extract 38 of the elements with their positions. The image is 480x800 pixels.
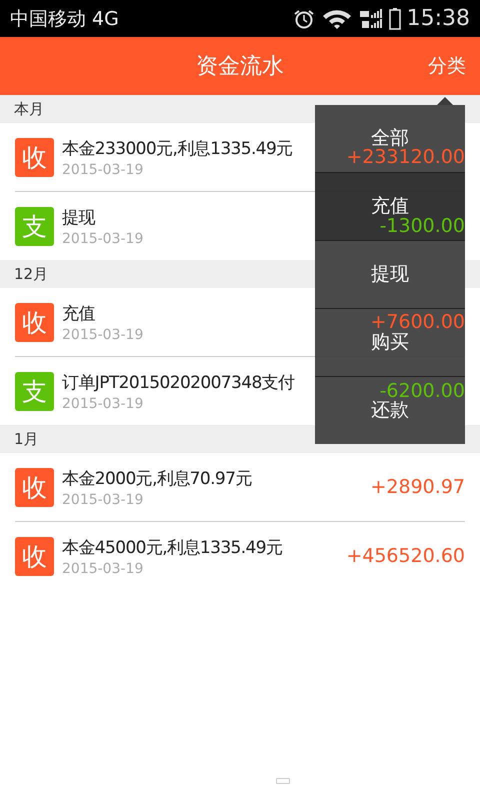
- transaction-date: 2015-03-19: [62, 162, 144, 178]
- type-badge: 收: [15, 138, 54, 176]
- signal-icon: [358, 8, 383, 28]
- wifi-icon: [320, 8, 353, 28]
- menu-item[interactable]: 充值: [371, 195, 409, 218]
- month-label: 12月: [14, 264, 48, 284]
- type-badge: 收: [15, 536, 54, 576]
- transaction-date: 2015-03-19: [62, 560, 144, 576]
- transaction-amount: +2890.97: [370, 476, 465, 498]
- transaction-title: 本金2000元,利息70.97元: [62, 468, 253, 490]
- transaction-amount: -1300.00: [380, 215, 465, 237]
- alarm-icon: [292, 8, 315, 28]
- carrier-label: 中国移动 4G: [10, 6, 119, 32]
- transaction-amount: +456520.60: [346, 545, 465, 567]
- type-badge: 支: [15, 206, 54, 246]
- transaction-title: 提现: [62, 206, 96, 228]
- battery-icon: [388, 8, 401, 30]
- home-indicator: [276, 778, 290, 784]
- month-label: 本月: [14, 100, 44, 118]
- transaction-title: 订单JPT20150202007348支付: [62, 372, 296, 394]
- transaction-title: 本金233000元,利息1335.49元: [62, 138, 294, 160]
- menu-item[interactable]: 还款: [371, 399, 409, 422]
- type-badge: 支: [15, 372, 54, 410]
- transaction-title: 充值: [62, 302, 96, 324]
- type-badge: 收: [15, 302, 54, 342]
- transaction-date: 2015-03-19: [62, 492, 144, 508]
- type-badge: 收: [15, 468, 54, 506]
- menu-item[interactable]: 提现: [371, 263, 409, 286]
- transaction-amount: +7600.00: [370, 311, 465, 333]
- transaction-date: 2015-03-19: [62, 326, 144, 342]
- menu-item[interactable]: 购买: [371, 331, 409, 354]
- transaction-title: 本金45000元,利息1335.49元: [62, 536, 284, 558]
- transaction-amount: -6200.00: [380, 380, 465, 402]
- page-title: 资金流水: [196, 53, 284, 81]
- month-label: 1月: [14, 430, 39, 448]
- transaction-date: 2015-03-19: [62, 396, 144, 412]
- transaction-date: 2015-03-19: [62, 230, 144, 246]
- clock-time: 15:38: [406, 6, 470, 31]
